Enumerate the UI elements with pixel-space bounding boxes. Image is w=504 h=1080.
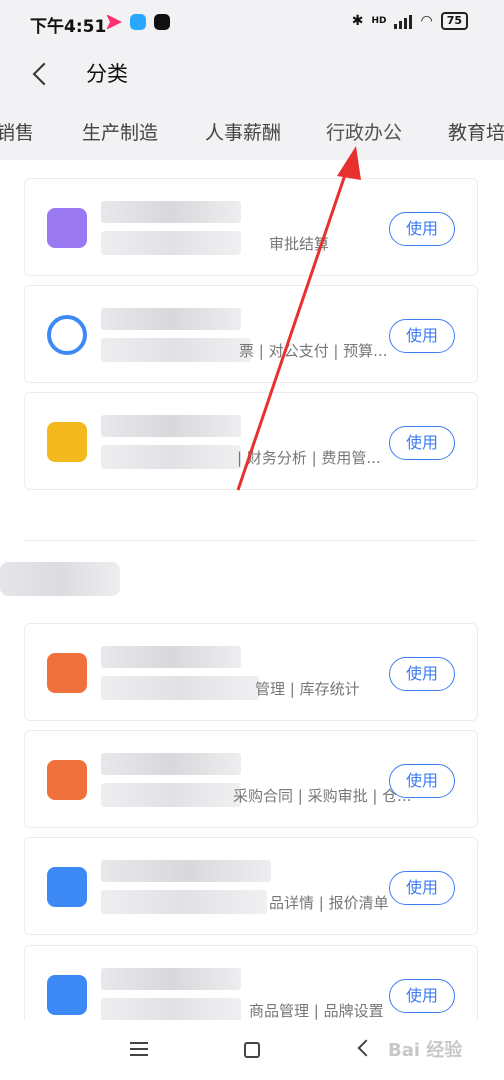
- yellow-invoice-icon: [47, 422, 87, 462]
- use-button[interactable]: 使用: [389, 764, 455, 798]
- use-button[interactable]: 使用: [389, 212, 455, 246]
- template-card[interactable]: 管理 | 库存统计 使用: [24, 623, 478, 721]
- blue-cloud-icon: [47, 315, 87, 355]
- notification-app-icon: [130, 14, 146, 30]
- wifi-icon: ◠: [420, 13, 433, 29]
- blue-contact-icon: [47, 867, 87, 907]
- blue-clipboard-icon: [47, 975, 87, 1015]
- blurred-title: [101, 201, 241, 223]
- use-button[interactable]: 使用: [389, 426, 455, 460]
- use-button[interactable]: 使用: [389, 871, 455, 905]
- purple-wallet-icon: [47, 208, 87, 248]
- blurred-description: [101, 998, 241, 1020]
- status-bar: 下午4:51 ✱ HD ◠ 75: [0, 0, 504, 46]
- tab-admin-office[interactable]: 行政办公: [326, 118, 402, 145]
- orange-lock-icon: [47, 653, 87, 693]
- blurred-title: [101, 646, 241, 668]
- system-icons: ✱ HD ◠ 75: [352, 12, 468, 30]
- template-list: 审批结算 使用 票 | 对公支付 | 预算... 使用 | 财务分析 | 费用管…: [0, 160, 504, 1020]
- blurred-title: [101, 308, 241, 330]
- category-tabs: 销售 生产制造 人事薪酬 行政办公 教育培: [0, 102, 504, 160]
- orange-house-icon: [47, 760, 87, 800]
- card-description: | 财务分析 | 费用管...: [237, 449, 381, 467]
- card-description: 品详情 | 报价清单: [269, 894, 389, 912]
- signal-icon: [394, 13, 413, 29]
- tab-sales[interactable]: 销售: [0, 118, 34, 145]
- blurred-description: [101, 231, 241, 255]
- use-button[interactable]: 使用: [389, 657, 455, 691]
- template-card[interactable]: 商品管理 | 品牌设置 使用: [24, 945, 478, 1020]
- network-type-label: HD: [371, 16, 387, 26]
- blurred-description: [101, 676, 259, 700]
- watermark: Bai 经验: [388, 1040, 463, 1061]
- tab-hr-payroll[interactable]: 人事薪酬: [205, 118, 281, 145]
- battery-icon: 75: [440, 12, 468, 30]
- blurred-section-title: [0, 562, 120, 596]
- section-divider: [24, 540, 478, 541]
- card-description: 票 | 对公支付 | 预算...: [239, 342, 388, 360]
- template-card[interactable]: 审批结算 使用: [24, 178, 478, 276]
- menu-icon[interactable]: [130, 1042, 148, 1056]
- tab-manufacturing[interactable]: 生产制造: [82, 118, 158, 145]
- back-icon[interactable]: [357, 1039, 375, 1057]
- use-button[interactable]: 使用: [389, 979, 455, 1013]
- card-description: 管理 | 库存统计: [255, 680, 360, 698]
- use-button[interactable]: 使用: [389, 319, 455, 353]
- status-time: 下午4:51: [30, 17, 107, 37]
- page-title: 分类: [86, 62, 128, 86]
- template-card[interactable]: | 财务分析 | 费用管... 使用: [24, 392, 478, 490]
- blurred-description: [101, 890, 267, 914]
- blurred-description: [101, 783, 241, 807]
- back-button[interactable]: [22, 54, 62, 94]
- blurred-description: [101, 445, 241, 469]
- blurred-title: [101, 860, 271, 882]
- tiktok-icon: [154, 14, 170, 30]
- template-card[interactable]: 采购合同 | 采购审批 | 仓... 使用: [24, 730, 478, 828]
- blurred-title: [101, 753, 241, 775]
- template-card[interactable]: 票 | 对公支付 | 预算... 使用: [24, 285, 478, 383]
- system-nav-bar: Bai 经验: [0, 1020, 504, 1080]
- card-description: 采购合同 | 采购审批 | 仓...: [233, 787, 412, 805]
- card-description: 审批结算: [269, 235, 330, 253]
- blurred-description: [101, 338, 251, 362]
- blurred-title: [101, 968, 241, 990]
- template-card[interactable]: 品详情 | 报价清单 使用: [24, 837, 478, 935]
- app-header: 分类: [0, 46, 504, 102]
- bluetooth-icon: ✱: [351, 13, 364, 29]
- blurred-title: [101, 415, 241, 437]
- notification-app-icon: [106, 14, 122, 30]
- card-description: 商品管理 | 品牌设置: [249, 1002, 384, 1020]
- tab-education[interactable]: 教育培: [448, 118, 504, 145]
- home-icon[interactable]: [244, 1042, 260, 1058]
